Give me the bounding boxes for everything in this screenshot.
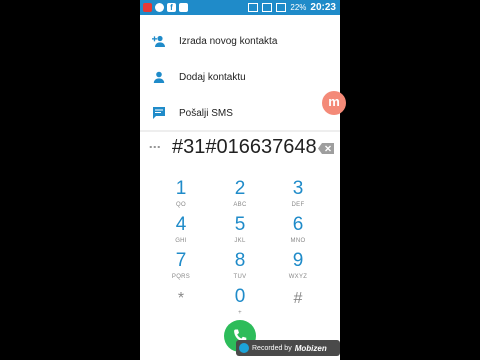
- key-hash[interactable]: #: [273, 288, 323, 326]
- backspace-icon[interactable]: [318, 143, 334, 154]
- add-person-icon: [152, 35, 165, 47]
- dialed-number[interactable]: #31#016637648: [172, 136, 317, 159]
- key-letters: QO: [176, 202, 186, 208]
- key-digit: 9: [292, 250, 304, 271]
- key-letters: JKL: [234, 238, 246, 244]
- key-letters: DEF: [291, 202, 305, 208]
- overflow-menu-icon[interactable]: ⋮: [148, 141, 162, 153]
- key-digit: 8: [234, 250, 246, 271]
- send-sms-item[interactable]: Pošalji SMS: [140, 95, 340, 131]
- key-digit: 4: [175, 214, 187, 235]
- key-9[interactable]: 9 WXYZ: [273, 250, 323, 288]
- notification-icon: [155, 3, 164, 12]
- battery-level: 22%: [290, 3, 307, 12]
- key-letters: MNO: [290, 238, 306, 244]
- signal-icon: [262, 3, 273, 12]
- message-icon: [153, 107, 165, 119]
- key-digit: 0: [234, 286, 246, 307]
- add-to-contact-label: Dodaj kontaktu: [179, 71, 246, 83]
- send-sms-label: Pošalji SMS: [179, 107, 233, 119]
- recorder-floating-button[interactable]: m: [322, 91, 346, 115]
- key-digit: #: [293, 290, 303, 307]
- status-bar: f 22% 20:23: [140, 0, 340, 15]
- recording-watermark: Recorded by Mobizen: [236, 340, 340, 356]
- key-digit: 6: [292, 214, 304, 235]
- notification-icon: [143, 3, 152, 12]
- key-1[interactable]: 1 QO: [156, 178, 206, 216]
- wifi-icon: [276, 3, 287, 12]
- key-letters: PQRS: [171, 274, 191, 280]
- create-contact-item[interactable]: Izrada novog kontakta: [140, 23, 340, 59]
- key-digit: 3: [292, 178, 304, 199]
- key-5[interactable]: 5 JKL: [215, 214, 265, 252]
- key-star[interactable]: *: [156, 288, 206, 326]
- key-0[interactable]: 0 +: [215, 286, 265, 324]
- watermark-prefix: Recorded by: [252, 344, 292, 352]
- key-digit: 2: [234, 178, 246, 199]
- key-2[interactable]: 2 ABC: [215, 178, 265, 216]
- key-digit: 5: [234, 214, 246, 235]
- create-contact-label: Izrada novog kontakta: [179, 35, 278, 47]
- key-7[interactable]: 7 PQRS: [156, 250, 206, 288]
- clock: 20:23: [310, 2, 336, 13]
- watermark-brand: Mobizen: [294, 343, 327, 353]
- key-letters: TUV: [233, 274, 247, 280]
- add-to-contact-item[interactable]: Dodaj kontaktu: [140, 59, 340, 95]
- key-digit: 1: [175, 178, 187, 199]
- key-letters: GHI: [175, 238, 187, 244]
- cast-icon: [248, 3, 259, 12]
- person-icon: [153, 71, 165, 83]
- phone-screen: f 22% 20:23 Izrada novog kontakta Dodaj …: [140, 0, 340, 360]
- key-3[interactable]: 3 DEF: [273, 178, 323, 216]
- dialer-suggestions: Izrada novog kontakta Dodaj kontaktu Poš…: [140, 15, 340, 130]
- key-4[interactable]: 4 GHI: [156, 214, 206, 252]
- facebook-icon: f: [167, 3, 176, 12]
- key-digit: 7: [175, 250, 187, 271]
- key-8[interactable]: 8 TUV: [215, 250, 265, 288]
- key-digit: *: [177, 290, 185, 307]
- key-letters: ABC: [233, 202, 247, 208]
- key-letters: WXYZ: [288, 274, 308, 280]
- recorder-logo-icon: [239, 343, 249, 353]
- key-6[interactable]: 6 MNO: [273, 214, 323, 252]
- key-letters: +: [238, 310, 242, 316]
- gallery-icon: [179, 3, 188, 12]
- number-row: ⋮ #31#016637648: [140, 132, 340, 166]
